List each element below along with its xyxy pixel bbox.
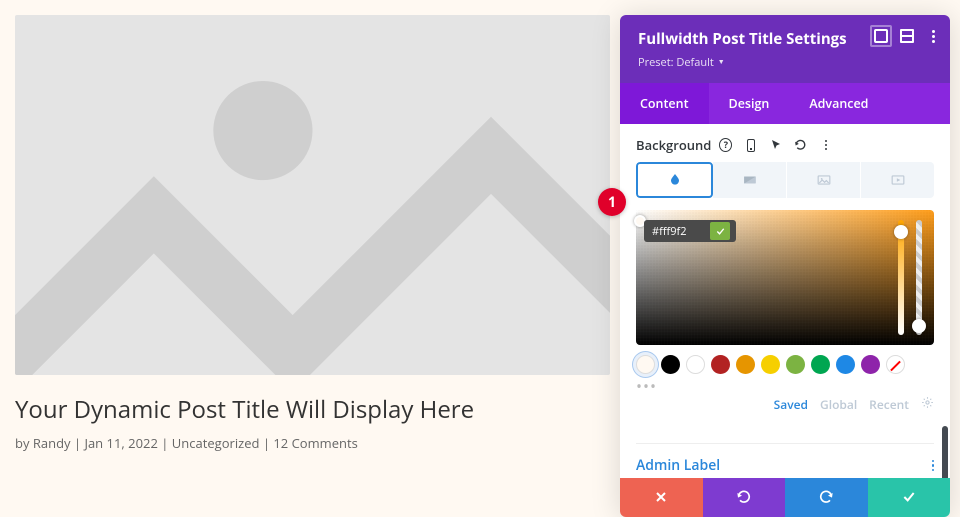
alpha-handle[interactable]	[912, 319, 926, 333]
palette-settings-icon[interactable]	[921, 396, 934, 413]
meta-author: Randy	[33, 434, 71, 452]
meta-comments: 12 Comments	[273, 434, 357, 452]
help-icon[interactable]: ?	[719, 139, 732, 152]
bg-tab-gradient[interactable]	[713, 162, 787, 198]
close-button[interactable]	[620, 478, 703, 517]
color-field[interactable]	[636, 210, 934, 345]
hue-slider[interactable]	[898, 220, 904, 335]
preset-dropdown[interactable]: Preset: Default ▼	[638, 55, 725, 70]
hover-icon[interactable]	[769, 139, 782, 152]
hue-handle[interactable]	[894, 225, 908, 239]
featured-image-placeholder	[15, 15, 610, 375]
hex-confirm-button[interactable]	[710, 222, 730, 240]
palette-tab-global[interactable]: Global	[820, 396, 857, 413]
image-placeholder-icon	[15, 15, 610, 375]
post-meta: by Randy | Jan 11, 2022 | Uncategorized …	[15, 434, 610, 452]
snap-icon[interactable]	[874, 29, 888, 43]
action-bar	[620, 478, 950, 517]
preset-label: Preset: Default	[638, 55, 714, 70]
swatch-none[interactable]	[886, 355, 905, 374]
hex-input[interactable]	[652, 224, 702, 239]
palette-tabs: Saved Global Recent	[636, 396, 934, 413]
swatch-row	[636, 355, 934, 374]
swatch-yellow[interactable]	[761, 355, 780, 374]
tab-content[interactable]: Content	[620, 83, 709, 124]
admin-label-section: Admin Label	[636, 443, 934, 478]
bg-tab-video[interactable]	[861, 162, 934, 198]
swatch-blue[interactable]	[836, 355, 855, 374]
panel-tabs: Content Design Advanced	[620, 83, 950, 124]
swatch-green[interactable]	[811, 355, 830, 374]
admin-label-toggle[interactable]: Admin Label	[636, 456, 720, 475]
background-label: Background	[636, 136, 711, 154]
swatch-current[interactable]	[636, 355, 655, 374]
scrollbar[interactable]	[942, 426, 948, 478]
bg-tab-color[interactable]	[636, 162, 713, 198]
palette-tab-saved[interactable]: Saved	[774, 396, 808, 413]
swatch-more-icon[interactable]: •••	[636, 380, 934, 392]
meta-sep: |	[263, 434, 274, 452]
step-badge: 1	[598, 188, 626, 216]
meta-date: Jan 11, 2022	[84, 434, 157, 452]
meta-by: by	[15, 434, 29, 452]
swatch-purple[interactable]	[861, 355, 880, 374]
panel-header: Fullwidth Post Title Settings Preset: De…	[620, 15, 950, 83]
background-type-tabs	[636, 162, 934, 198]
chevron-down-icon: ▼	[718, 58, 725, 67]
post-preview: Your Dynamic Post Title Will Display Her…	[15, 15, 610, 452]
phone-icon[interactable]	[744, 139, 757, 152]
meta-sep: |	[74, 434, 85, 452]
tab-advanced[interactable]: Advanced	[789, 83, 888, 124]
more-icon[interactable]	[926, 29, 940, 43]
meta-category: Uncategorized	[172, 434, 260, 452]
hex-chip	[644, 220, 736, 242]
palette-tab-recent[interactable]: Recent	[869, 396, 909, 413]
post-title: Your Dynamic Post Title Will Display Her…	[15, 393, 610, 426]
swatch-red[interactable]	[711, 355, 730, 374]
color-picker: ••• Saved Global Recent	[636, 210, 934, 413]
reset-icon[interactable]	[794, 139, 807, 152]
panel-body: Background ?	[620, 124, 950, 478]
alpha-slider[interactable]	[916, 220, 922, 335]
admin-more-icon[interactable]	[932, 460, 935, 472]
more-options-icon[interactable]	[819, 139, 832, 152]
swatch-orange[interactable]	[736, 355, 755, 374]
meta-sep: |	[161, 434, 172, 452]
undo-button[interactable]	[703, 478, 786, 517]
swatch-white[interactable]	[686, 355, 705, 374]
tab-design[interactable]: Design	[709, 83, 790, 124]
swatch-black[interactable]	[661, 355, 680, 374]
bg-tab-image[interactable]	[787, 162, 861, 198]
redo-button[interactable]	[785, 478, 868, 517]
wireframe-icon[interactable]	[900, 29, 914, 43]
swatch-lime[interactable]	[786, 355, 805, 374]
settings-panel: Fullwidth Post Title Settings Preset: De…	[620, 15, 950, 517]
save-button[interactable]	[868, 478, 951, 517]
